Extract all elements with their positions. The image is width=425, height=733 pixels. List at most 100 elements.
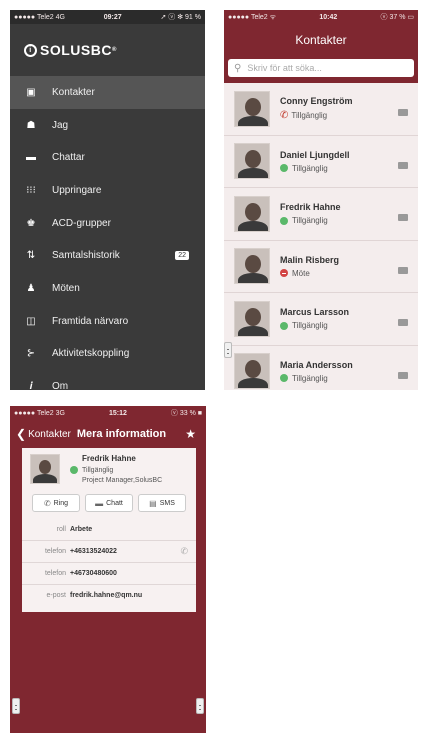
avatar — [30, 454, 60, 484]
status-text: Möte — [292, 268, 310, 278]
row-value: Arbete — [70, 525, 93, 533]
available-status-icon — [280, 164, 288, 173]
call-button[interactable]: ✆ Ring — [32, 494, 80, 512]
chat-icon[interactable] — [398, 161, 408, 169]
menu-item-3[interactable]: ⁝⁝⁝ Uppringare — [10, 174, 205, 207]
call-icon[interactable]: ✆ — [180, 546, 188, 557]
detail-row-email[interactable]: e-post fredrik.hahne@qm.nu — [22, 584, 196, 606]
right-drawer-handle[interactable] — [196, 698, 204, 714]
status-bar: ●●●●● Tele2 4G 09:27 ➚ ⓥ ✻ 91 % — [10, 10, 205, 24]
call-button-label: Ring — [53, 499, 69, 507]
search-bar: ⚲ Skriv för att söka... — [224, 56, 418, 83]
battery-label: ⓥ 37 % ▭ — [380, 14, 414, 21]
avatar — [234, 300, 270, 337]
menu-item-6[interactable]: ♟ Möten — [10, 272, 205, 305]
contact-row[interactable]: Malin Risberg Möte — [224, 240, 418, 293]
avatar — [234, 353, 270, 390]
contact-name: Conny Engström — [280, 96, 353, 107]
contact-name: Marcus Larsson — [280, 307, 350, 318]
contact-row[interactable]: Maria Andersson Tillgänglig — [224, 345, 418, 390]
menu-item-label: ACD-grupper — [52, 217, 111, 229]
profile-header: Fredrik Hahne Tillgänglig Project Manage… — [22, 448, 196, 492]
contact-info: Marcus Larsson Tillgänglig — [280, 307, 349, 330]
back-button[interactable]: Kontakter — [28, 429, 71, 440]
contact-detail-screen: ●●●●● Tele2 3G 15:12 ⓥ 33 % ■ ❮ Kontakte… — [10, 406, 206, 733]
contact-status: Tillgänglig — [280, 321, 349, 330]
menu-item-1[interactable]: ☗ Jag — [10, 109, 205, 142]
menu-item-4[interactable]: ♚ ACD-grupper — [10, 207, 205, 240]
left-drawer-handle[interactable] — [12, 698, 20, 714]
menu-item-9[interactable]: 𝒊 Om — [10, 370, 205, 390]
chat-icon[interactable] — [398, 109, 408, 116]
contact-info: Malin Risberg Möte — [280, 255, 339, 278]
menu-item-label: Uppringare — [52, 184, 102, 196]
available-status-icon — [280, 216, 288, 225]
on-call-icon: ✆ — [280, 110, 289, 122]
menu-item-2[interactable]: ▬ Chattar — [10, 141, 205, 174]
contact-name: Fredrik Hahne — [280, 202, 341, 213]
sms-button-label: SMS — [159, 499, 175, 507]
detail-row-phone-2[interactable]: telefon +46730480600 — [22, 562, 196, 584]
row-label: telefon — [44, 570, 66, 577]
page-title: Kontakter — [295, 33, 347, 47]
available-status-icon — [280, 374, 288, 383]
menu-item-8[interactable]: ⊱ Aktivitetskoppling — [10, 338, 205, 371]
job-title: Project Manager,SolusBC — [82, 477, 163, 484]
page-title: Mera information — [76, 428, 167, 440]
sms-button[interactable]: ▤ SMS — [138, 494, 186, 512]
chat-icon[interactable] — [398, 319, 408, 326]
contact-status: Tillgänglig — [280, 164, 350, 173]
phone-icon: ✆ — [43, 498, 51, 508]
acd-group-icon: ♚ — [26, 217, 36, 229]
contact-row[interactable]: Marcus Larsson Tillgänglig — [224, 293, 418, 346]
count-badge: 22 — [175, 251, 189, 261]
battery-label: ⓥ 33 % ■ — [170, 410, 202, 417]
row-label: e-post — [46, 592, 66, 599]
contact-card: Fredrik Hahne Tillgänglig Project Manage… — [22, 448, 196, 612]
search-input[interactable]: ⚲ Skriv för att söka... — [228, 59, 414, 77]
contact-list: Conny Engström ✆ Tillgänglig Daniel Ljungde… — [224, 83, 418, 390]
available-status-icon — [70, 466, 78, 474]
contact-row[interactable]: Fredrik Hahne Tillgänglig — [224, 188, 418, 241]
contact-status: ✆ Tillgänglig — [280, 110, 353, 121]
menu-item-label: Om — [52, 381, 69, 390]
search-icon: ⚲ — [234, 62, 242, 74]
chat-icon[interactable] — [398, 214, 408, 221]
avatar — [234, 143, 270, 180]
presence-status: Tillgänglig — [70, 466, 162, 474]
menu-screen: ●●●●● Tele2 4G 09:27 ➚ ⓥ ✻ 91 % i SOLUSB… — [10, 10, 205, 390]
time-label: 09:27 — [103, 13, 122, 21]
contact-info: Daniel Ljungdell Tillgänglig — [280, 150, 350, 173]
detail-row-phone-1[interactable]: telefon +46313524022 ✆ — [22, 540, 196, 562]
back-chevron-icon[interactable]: ❮ — [16, 427, 26, 441]
contact-info: Fredrik Hahne Tillgänglig — [280, 202, 341, 225]
row-label: roll — [56, 525, 66, 533]
chat-button[interactable]: ▬ Chatt — [85, 494, 133, 512]
sms-icon: ▤ — [149, 498, 157, 508]
favorite-star-icon[interactable]: ★ — [185, 427, 196, 441]
menu-item-label: Möten — [52, 282, 80, 294]
meetings-icon: ♟ — [26, 282, 36, 294]
carrier-label: ●●●●● Tele2 ᯤ — [228, 13, 277, 21]
row-value: +46313524022 — [70, 548, 117, 555]
time-label: 15:12 — [109, 409, 127, 417]
contacts-icon: ▣ — [26, 86, 36, 98]
status-bar: ●●●●● Tele2 3G 15:12 ⓥ 33 % ■ — [10, 406, 206, 420]
chat-icon: ▬ — [26, 152, 36, 164]
call-history-icon: ⇅ — [26, 250, 36, 262]
time-label: 10:42 — [319, 13, 338, 21]
menu-item-0[interactable]: ▣ Kontakter — [10, 76, 205, 109]
menu-item-label: Samtalshistorik — [52, 250, 120, 262]
row-value: fredrik.hahne@qm.nu — [70, 592, 143, 599]
contact-row[interactable]: Conny Engström ✆ Tillgänglig — [224, 83, 418, 136]
menu-item-label: Kontakter — [52, 86, 95, 98]
contact-name: Daniel Ljungdell — [280, 149, 350, 160]
info-icon: 𝒊 — [29, 381, 33, 390]
chat-icon[interactable] — [398, 266, 408, 274]
contact-row[interactable]: Daniel Ljungdell Tillgänglig — [224, 135, 418, 188]
contact-info: Maria Andersson Tillgänglig — [280, 360, 353, 383]
menu-item-5[interactable]: ⇅ Samtalshistorik 22 — [10, 239, 205, 272]
drawer-handle[interactable] — [224, 342, 232, 358]
menu-item-7[interactable]: ◫ Framtida närvaro — [10, 305, 205, 338]
chat-icon[interactable] — [398, 371, 408, 379]
